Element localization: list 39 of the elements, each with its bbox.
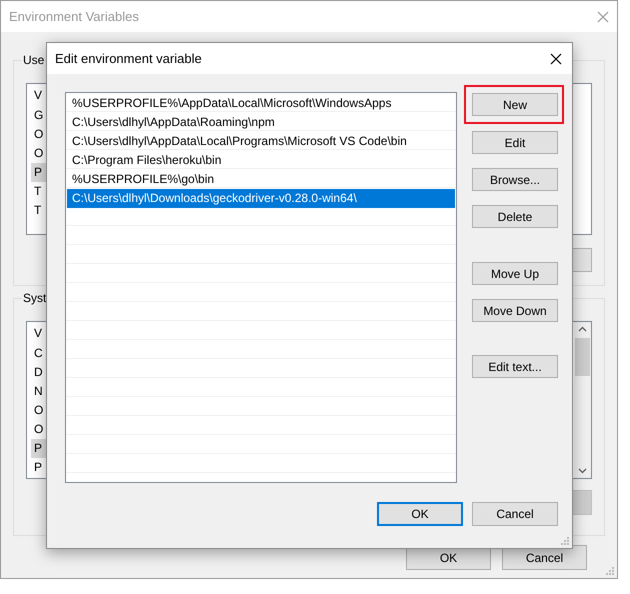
dialog-button[interactable]: Browse...	[472, 168, 558, 191]
group-label: Use	[22, 53, 46, 67]
list-row[interactable]: T	[31, 201, 47, 220]
window-title: Environment Variables	[9, 8, 139, 26]
path-entry[interactable]: %USERPROFILE%\go\bin	[67, 170, 455, 189]
resize-grip-icon[interactable]	[561, 537, 569, 545]
list-row[interactable]: D	[31, 363, 47, 382]
list-row[interactable]: P	[31, 439, 47, 458]
close-icon[interactable]	[550, 52, 562, 64]
list-row[interactable]: T	[31, 182, 47, 201]
path-entry[interactable]: C:\Users\dlhyl\AppData\Local\Programs\Microsoft VS Code\bin	[67, 132, 455, 151]
list-row[interactable]: N	[31, 382, 47, 401]
path-entry[interactable]: %USERPROFILE%\AppData\Local\Microsoft\WindowsApps	[67, 94, 455, 113]
dialog-button[interactable]: Move Up	[472, 262, 558, 285]
list-row[interactable]: O	[31, 401, 47, 420]
list-row[interactable]: O	[31, 420, 47, 439]
dialog-button[interactable]: Delete	[472, 205, 558, 228]
path-entry[interactable]: C:\Program Files\heroku\bin	[67, 151, 455, 170]
list-row[interactable]: P	[31, 458, 47, 477]
list-row[interactable]: O	[31, 144, 47, 163]
path-entry[interactable]: C:\Users\dlhyl\Downloads\geckodriver-v0.28.0-win64\	[67, 189, 455, 208]
column-header[interactable]: V	[31, 322, 47, 344]
scrollbar[interactable]	[574, 322, 591, 478]
list-row[interactable]: P	[31, 163, 47, 182]
scrollbar-thumb[interactable]	[575, 338, 590, 376]
dialog-title: Edit environment variable	[55, 50, 202, 68]
list-row[interactable]: C	[31, 344, 47, 363]
dialog-button[interactable]: Cancel	[472, 502, 558, 526]
list-row[interactable]: G	[31, 106, 47, 125]
list-row[interactable]: O	[31, 125, 47, 144]
dialog-button[interactable]: Edit	[472, 131, 558, 154]
group-label: Syst	[22, 291, 48, 305]
resize-grip-icon[interactable]	[606, 567, 614, 575]
dialog-button[interactable]: Edit text...	[472, 355, 558, 378]
path-entry[interactable]: C:\Users\dlhyl\AppData\Roaming\npm	[67, 113, 455, 132]
dialog-button[interactable]: OK	[377, 502, 463, 526]
dialog-button[interactable]: New	[472, 93, 558, 116]
column-header[interactable]: V	[31, 84, 47, 106]
dialog-button[interactable]: Move Down	[472, 299, 558, 322]
